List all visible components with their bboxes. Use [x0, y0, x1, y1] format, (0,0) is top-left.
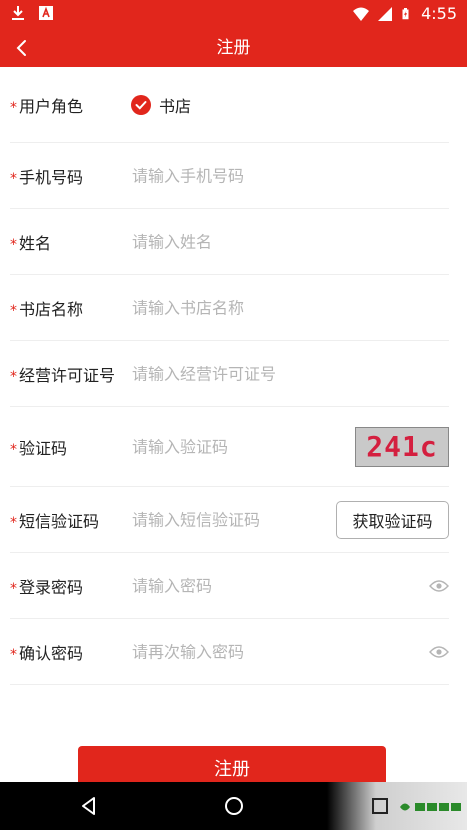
- watermark-logo-icon: [400, 803, 410, 811]
- captcha-label: * 验证码: [10, 438, 68, 458]
- password-label: * 登录密码: [10, 577, 84, 597]
- navigation-bar: [0, 782, 467, 830]
- sms-label: * 短信验证码: [10, 511, 100, 531]
- phone-label: * 手机号码: [10, 167, 84, 187]
- phone-row: * 手机号码: [10, 143, 449, 209]
- download-icon: [12, 6, 24, 20]
- eye-icon[interactable]: [429, 579, 449, 593]
- name-row: * 姓名: [10, 209, 449, 275]
- watermark-text-icon: [415, 803, 461, 811]
- store-name-label: * 书店名称: [10, 299, 84, 319]
- status-time: 4:55: [421, 4, 457, 23]
- role-label: * 用户角色: [10, 96, 84, 116]
- status-bar: 4:55: [0, 0, 467, 29]
- sms-row: *短信验证码 获取验证码: [10, 487, 449, 553]
- captcha-input[interactable]: [132, 437, 332, 456]
- name-input[interactable]: [132, 232, 332, 251]
- role-row: * 用户角色 书店: [10, 67, 449, 143]
- get-code-button[interactable]: 获取验证码: [336, 500, 449, 539]
- watermark: [398, 800, 461, 814]
- store-name-input[interactable]: [132, 298, 332, 317]
- confirm-row: * 确认密码: [10, 619, 449, 685]
- phone-input[interactable]: [132, 166, 332, 185]
- wifi-icon: [353, 7, 370, 21]
- sms-input[interactable]: [132, 510, 332, 529]
- role-option-bookstore[interactable]: 书店: [131, 93, 191, 117]
- confirm-input[interactable]: [132, 642, 332, 661]
- password-row: * 登录密码: [10, 553, 449, 619]
- name-label: * 姓名: [10, 233, 52, 253]
- captcha-image[interactable]: 241c: [355, 426, 449, 467]
- license-row: * 经营许可证号: [10, 341, 449, 407]
- license-label: * 经营许可证号: [10, 365, 116, 385]
- nav-back-icon[interactable]: [77, 794, 101, 818]
- nav-recents-icon[interactable]: [368, 794, 392, 818]
- role-option-label: 书店: [159, 96, 192, 116]
- page-title: 注册: [216, 38, 251, 58]
- register-form: *用户角色 书店 *手机号码 *姓名 *书店名称 *经营许可证号 *验证码 24…: [0, 67, 467, 685]
- captcha-text: 241c: [366, 430, 438, 463]
- captcha-row: *验证码 241c: [10, 407, 449, 487]
- license-input[interactable]: [132, 364, 332, 383]
- app-bar: 注册: [0, 29, 467, 67]
- battery-icon: [402, 8, 409, 20]
- signal-icon: [378, 7, 393, 21]
- required-mark: *: [10, 99, 17, 116]
- app-icon: [39, 6, 53, 20]
- confirm-label: * 确认密码: [10, 643, 84, 663]
- store-name-row: * 书店名称: [10, 275, 449, 341]
- password-input[interactable]: [132, 576, 332, 595]
- check-icon: [131, 94, 151, 115]
- eye-icon[interactable]: [429, 645, 449, 659]
- nav-home-icon[interactable]: [222, 794, 246, 818]
